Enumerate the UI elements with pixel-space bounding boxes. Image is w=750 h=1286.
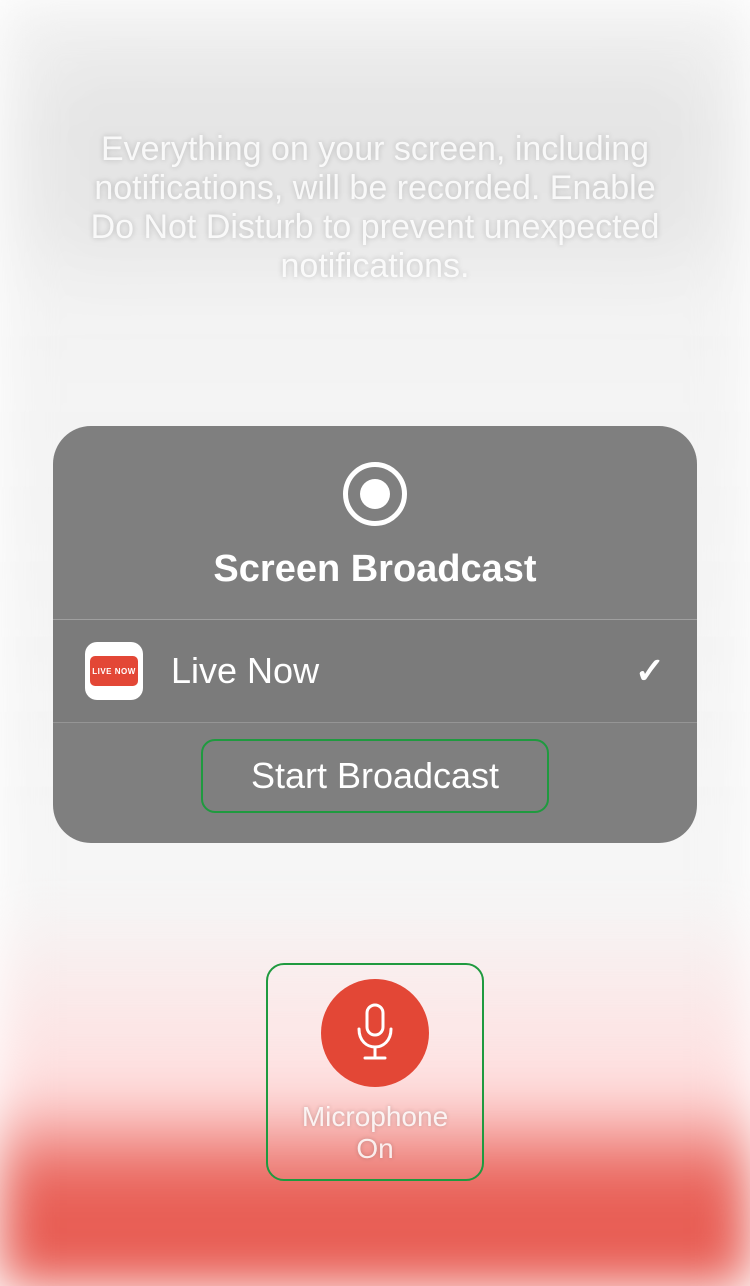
checkmark-icon: ✓ <box>635 650 665 692</box>
record-icon <box>343 462 407 526</box>
microphone-icon <box>321 979 429 1087</box>
live-now-icon-text: LIVE NOW <box>92 667 136 676</box>
panel-header: Screen Broadcast <box>53 426 697 620</box>
recording-warning-text: Everything on your screen, including not… <box>75 130 675 286</box>
microphone-toggle[interactable]: Microphone On <box>266 963 484 1181</box>
live-now-icon-badge: LIVE NOW <box>90 656 138 686</box>
panel-title: Screen Broadcast <box>213 548 536 591</box>
record-icon-dot <box>360 479 390 509</box>
microphone-label: Microphone On <box>302 1101 448 1165</box>
start-row: Start Broadcast <box>53 723 697 843</box>
live-now-app-icon: LIVE NOW <box>85 642 143 700</box>
start-broadcast-button[interactable]: Start Broadcast <box>201 739 549 813</box>
app-name-label: Live Now <box>171 650 635 692</box>
broadcast-panel: Screen Broadcast LIVE NOW Live Now ✓ Sta… <box>53 426 697 843</box>
microphone-label-line1: Microphone <box>302 1101 448 1132</box>
microphone-label-line2: On <box>356 1133 393 1164</box>
broadcast-target-row[interactable]: LIVE NOW Live Now ✓ <box>53 620 697 723</box>
microphone-svg <box>353 1003 397 1063</box>
screen-broadcast-overlay: Everything on your screen, including not… <box>0 0 750 1286</box>
